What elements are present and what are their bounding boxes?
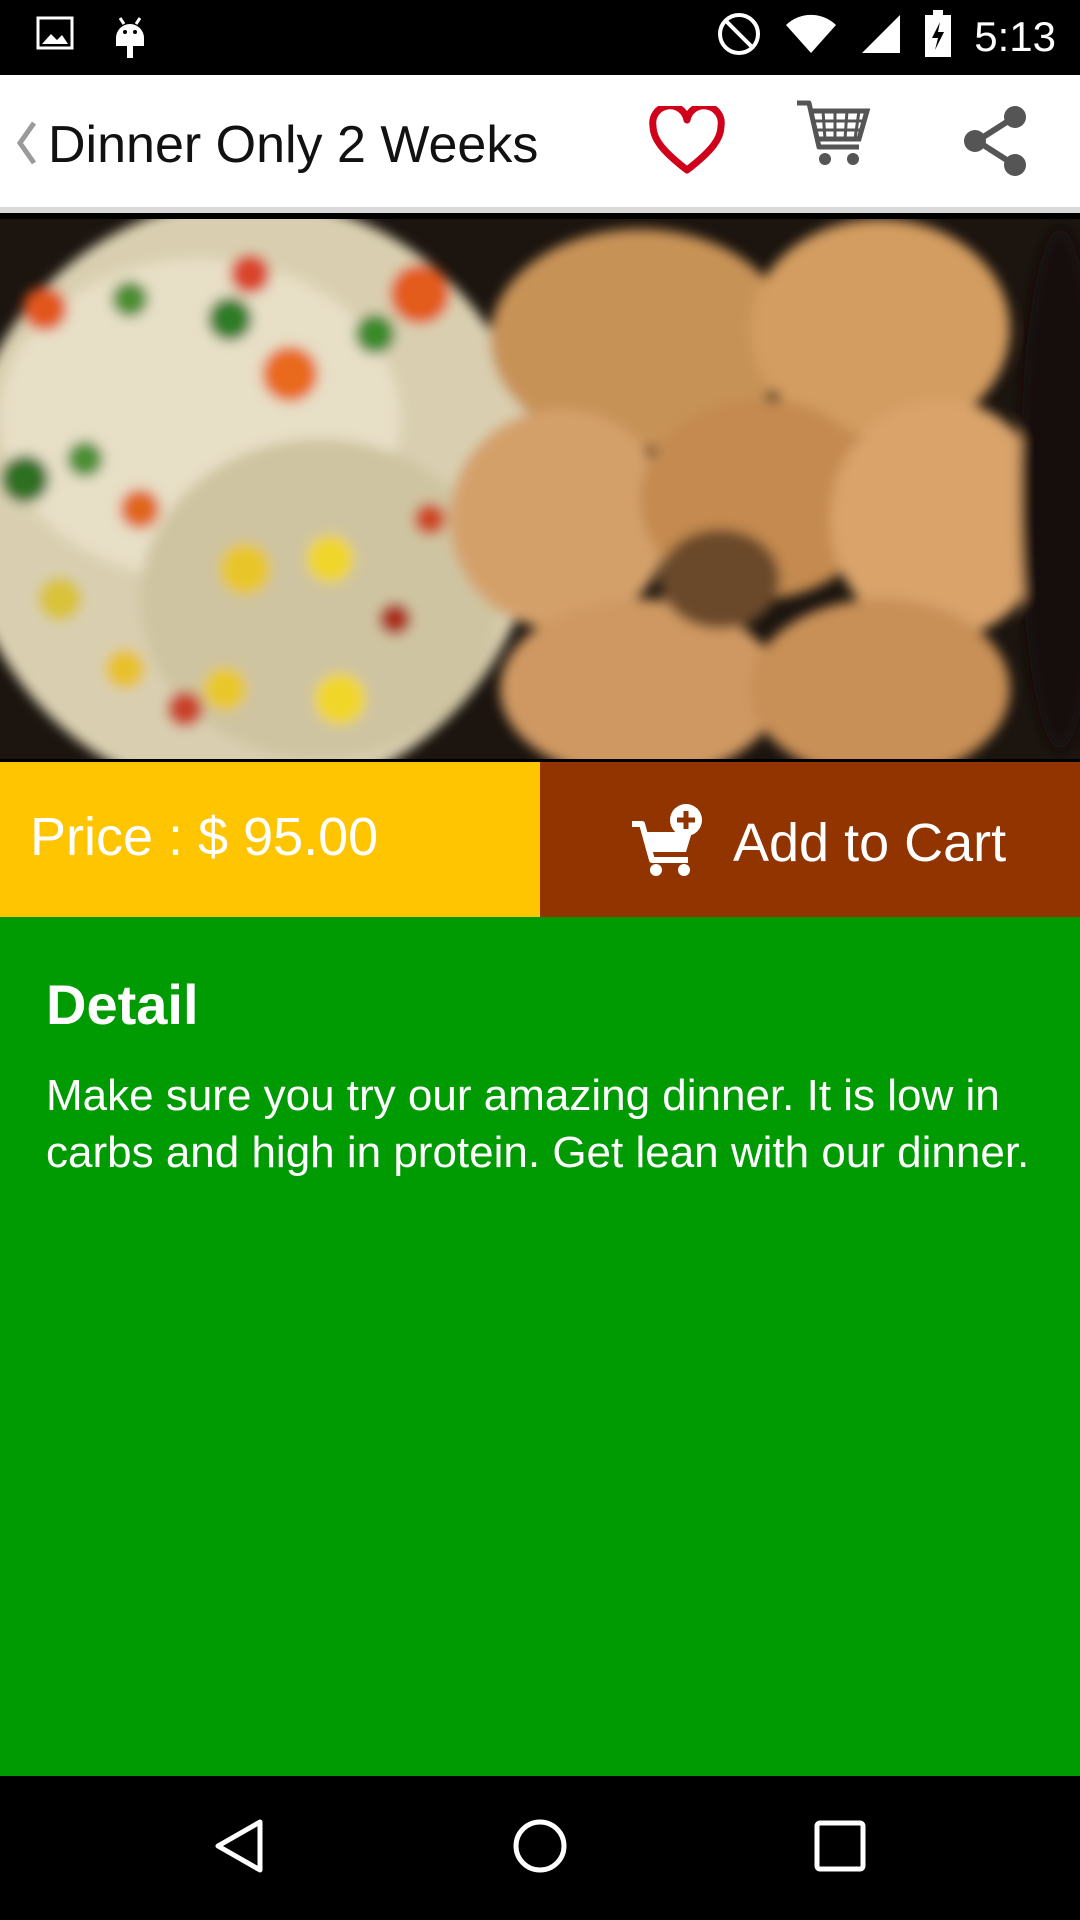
nav-recents-button[interactable] xyxy=(795,1803,885,1893)
product-image xyxy=(0,219,1080,759)
do-not-disturb-icon xyxy=(716,11,762,62)
page-title: Dinner Only 2 Weeks xyxy=(48,116,539,174)
add-to-cart-icon xyxy=(630,802,706,883)
share-icon xyxy=(961,104,1031,183)
heart-icon xyxy=(649,101,725,181)
detail-heading: Detail xyxy=(46,973,199,1036)
status-bar: 5:13 xyxy=(0,0,1080,75)
toolbar: Dinner Only 2 Weeks xyxy=(0,75,1080,213)
detail-section: Detail Make sure you try our amazing din… xyxy=(0,917,1080,1776)
battery-charging-icon xyxy=(924,10,952,63)
cart-icon xyxy=(795,95,871,176)
nav-back-icon xyxy=(210,1816,270,1881)
nav-home-button[interactable] xyxy=(495,1803,585,1893)
nav-recents-icon xyxy=(812,1818,868,1879)
cell-signal-icon xyxy=(860,13,902,60)
system-nav-bar xyxy=(0,1776,1080,1920)
add-to-cart-button[interactable]: Add to Cart xyxy=(540,762,1080,917)
add-to-cart-label: Add to Cart xyxy=(733,813,1007,873)
detail-description: Make sure you try our amazing dinner. It… xyxy=(46,1071,1030,1177)
price-box: Price : $ 95.00 xyxy=(0,762,540,917)
wifi-icon xyxy=(784,13,838,60)
nav-back-button[interactable] xyxy=(195,1803,285,1893)
status-time: 5:13 xyxy=(974,12,1056,60)
back-chevron-icon[interactable] xyxy=(12,115,40,171)
price-label: Price : $ 95.00 xyxy=(30,807,379,867)
nav-home-icon xyxy=(510,1816,570,1881)
share-button[interactable] xyxy=(946,93,1046,193)
android-debug-icon xyxy=(112,14,148,65)
image-notification-icon xyxy=(36,14,74,65)
favorite-button[interactable] xyxy=(637,93,737,193)
food-photo-illustration xyxy=(0,219,1080,759)
cart-button[interactable] xyxy=(783,85,883,185)
